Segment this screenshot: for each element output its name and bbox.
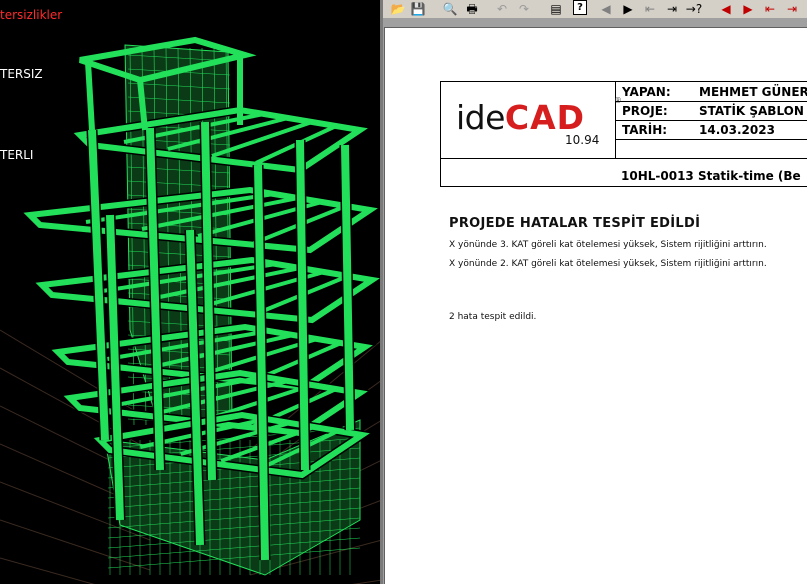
date-value: 14.03.2023 (699, 123, 775, 137)
error-summary: 2 hata tespit edildi. (449, 312, 537, 322)
3d-model-viewport[interactable]: tersizlikler TERSIZ TERLI (0, 0, 382, 584)
author-key: YAPAN: (622, 85, 671, 99)
logo-cad-text: CAD (504, 98, 586, 137)
reference-text: 10HL-0013 Statik-time (Be (621, 169, 801, 183)
roof-column (85, 61, 95, 131)
red-right-arrow-icon[interactable]: ▶ (739, 0, 757, 17)
report-toolbar: 📂 💾 🔍 🖶 ↶ ↷ ▤? ◀ ▶ ⇤ ⇥ →? ◀ ▶ ⇤ ⇥ (383, 0, 807, 18)
page-icon[interactable]: ▤ (547, 0, 565, 17)
report-window: 📂 💾 🔍 🖶 ↶ ↷ ▤? ◀ ▶ ⇤ ⇥ →? ◀ ▶ ⇤ ⇥ ideCAD ® 10.94 YAPAN:… (383, 0, 807, 584)
jump-help-icon[interactable]: →? (685, 0, 703, 17)
basement-wall (104, 419, 361, 576)
last-arrow-icon[interactable]: ⇥ (663, 0, 681, 17)
red-left-arrow-icon[interactable]: ◀ (717, 0, 735, 17)
report-page: ideCAD ® 10.94 YAPAN: MEHMET GÜNER PROJE… (384, 27, 807, 584)
help-icon[interactable]: ? (573, 0, 587, 15)
date-key: TARİH: (622, 123, 668, 137)
print-icon[interactable]: 🖶 (463, 0, 481, 17)
author-value: MEHMET GÜNER (699, 85, 807, 99)
viewport-label-3: TERLI (0, 148, 34, 162)
ground-grid-line (0, 557, 95, 584)
logo-ide-text: ide (456, 98, 505, 137)
error-line-2: X yönünde 2. KAT göreli kat ötelemesi yü… (449, 259, 767, 269)
save-icon[interactable]: 💾 (409, 0, 427, 17)
ground-grid-line (352, 579, 382, 584)
header-row-author: YAPAN: MEHMET GÜNER (615, 82, 807, 102)
red-first-icon[interactable]: ⇤ (761, 0, 779, 17)
error-title: PROJEDE HATALAR TESPİT EDİLDİ (449, 216, 701, 231)
version-label: 10.94 (565, 133, 600, 147)
error-line-1: X yönünde 3. KAT göreli kat ötelemesi yü… (449, 240, 767, 250)
column (296, 139, 309, 471)
idecad-logo: ideCAD ® (456, 96, 622, 137)
project-key: PROJE: (622, 104, 668, 118)
redo-icon[interactable]: ↷ (515, 0, 533, 17)
red-last-icon[interactable]: ⇥ (783, 0, 801, 17)
logo-cell: ideCAD ® 10.94 (441, 82, 622, 158)
open-folder-icon[interactable]: 📂 (389, 0, 407, 17)
viewport-label-1: tersizlikler (0, 8, 63, 22)
header-row-project: PROJE: STATİK ŞABLON (615, 101, 807, 121)
project-value: STATİK ŞABLON (699, 104, 804, 118)
first-arrow-icon[interactable]: ⇤ (641, 0, 659, 17)
header-reference-row: 10HL-0013 Statik-time (Be (441, 158, 807, 187)
report-scroll-area[interactable]: ideCAD ® 10.94 YAPAN: MEHMET GÜNER PROJE… (383, 18, 807, 584)
report-header-table: ideCAD ® 10.94 YAPAN: MEHMET GÜNER PROJE… (440, 81, 807, 187)
column (341, 144, 354, 431)
viewport-label-2: TERSIZ (0, 67, 43, 81)
header-row-date: TARİH: 14.03.2023 (615, 120, 807, 140)
back-arrow-icon[interactable]: ◀ (597, 0, 615, 17)
print-preview-icon[interactable]: 🔍 (441, 0, 459, 17)
forward-arrow-icon[interactable]: ▶ (619, 0, 637, 17)
building-3d-model (0, 36, 382, 584)
undo-icon[interactable]: ↶ (493, 0, 511, 17)
